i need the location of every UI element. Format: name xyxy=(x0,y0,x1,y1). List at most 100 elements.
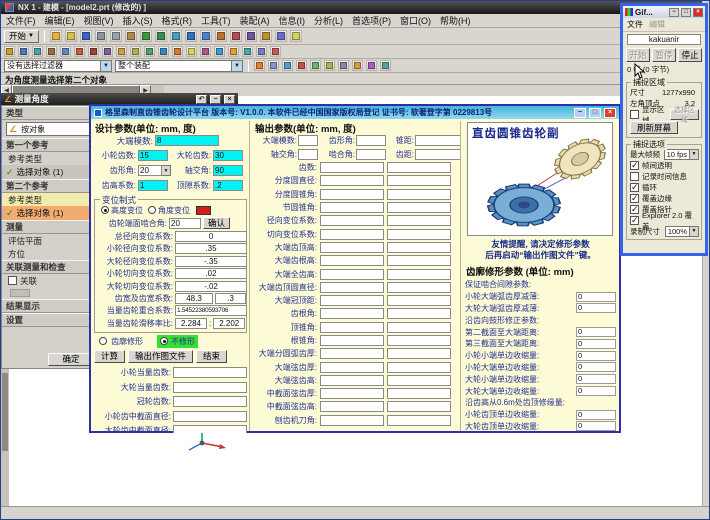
sketch-icon[interactable] xyxy=(4,46,15,57)
record-pause-button[interactable]: 暂停 xyxy=(652,48,676,62)
menu-item[interactable]: 窗口(O) xyxy=(400,14,431,27)
output-pinion-field[interactable] xyxy=(320,189,384,200)
shaded-view-icon[interactable] xyxy=(200,30,212,42)
output-pinion-field[interactable] xyxy=(320,308,384,319)
subtract-icon[interactable] xyxy=(88,46,99,57)
output-pinion-field[interactable] xyxy=(320,362,384,373)
mesh-angle-field[interactable]: 20 xyxy=(169,218,201,229)
material-icon[interactable] xyxy=(242,46,253,57)
start-menu-button[interactable]: 开始 ▼ xyxy=(4,30,39,43)
color-swatch[interactable] xyxy=(196,206,211,215)
move-object-icon[interactable] xyxy=(296,60,307,71)
gif-menu-file[interactable]: 文件 xyxy=(627,19,643,30)
gear-dialog-titlebar[interactable]: 格里森制直齿锥齿轮设计平台 版本号: V1.0.0. 本软件已经中国国家版权局登… xyxy=(91,106,619,119)
gif-filename-field[interactable]: kakuanir xyxy=(627,34,701,45)
chevron-down-icon[interactable]: ▼ xyxy=(100,61,111,71)
revolve-icon[interactable] xyxy=(32,46,43,57)
output-gear-field[interactable] xyxy=(387,308,451,319)
boss-icon[interactable] xyxy=(60,46,71,57)
equiv-teeth-field[interactable] xyxy=(173,425,247,433)
profile-mod-field[interactable]: 0 xyxy=(576,351,616,361)
shell-icon[interactable] xyxy=(144,46,155,57)
contact-ratio-field[interactable]: 1.54522380593706 xyxy=(175,305,247,316)
selection-filter-dropdown[interactable]: 没有选择过滤器 ▼ xyxy=(4,60,112,72)
menu-item[interactable]: 帮助(H) xyxy=(440,14,471,27)
chevron-down-icon[interactable]: ▼ xyxy=(231,61,242,71)
calculate-button[interactable]: 计算 xyxy=(94,350,125,363)
option-checkbox[interactable] xyxy=(630,161,639,170)
out-mesh-field[interactable] xyxy=(356,149,386,160)
profile-mod-field[interactable]: 0 xyxy=(576,421,616,431)
left-scroll-strip[interactable] xyxy=(1,369,9,506)
profile-mod-field[interactable]: 0 xyxy=(576,339,616,349)
copy-icon[interactable] xyxy=(110,30,122,42)
option-checkbox[interactable] xyxy=(630,205,639,214)
mod-coef-field[interactable]: -.02 xyxy=(175,281,247,292)
pattern-icon[interactable] xyxy=(310,60,321,71)
point-icon[interactable] xyxy=(186,46,197,57)
output-gear-field[interactable] xyxy=(387,215,451,226)
output-pinion-field[interactable] xyxy=(320,295,384,306)
output-gear-field[interactable] xyxy=(387,401,451,412)
record-stop-button[interactable]: 停止 xyxy=(678,48,702,62)
option-checkbox[interactable] xyxy=(630,216,639,225)
angle-mod-radio[interactable] xyxy=(148,206,156,214)
mod-coef-field[interactable]: .35 xyxy=(175,243,247,254)
shaft-angle-field[interactable]: 90 xyxy=(213,165,243,176)
menu-item[interactable]: 插入(S) xyxy=(123,14,153,27)
output-gear-field[interactable] xyxy=(387,335,451,346)
save-icon[interactable] xyxy=(80,30,92,42)
work-layer-icon[interactable] xyxy=(268,60,279,71)
output-pinion-field[interactable] xyxy=(320,282,384,293)
no-mod-radio[interactable] xyxy=(160,337,168,345)
snap-point-icon[interactable] xyxy=(254,60,265,71)
record-size-dropdown[interactable]: 100% ▼ xyxy=(665,226,699,237)
addendum-coef-field[interactable]: 1 xyxy=(138,180,168,191)
out-cone-dist-field[interactable] xyxy=(415,135,460,146)
output-pinion-field[interactable] xyxy=(320,242,384,253)
facewidth-field[interactable]: 48.3 xyxy=(175,293,213,304)
minimize-icon[interactable]: − xyxy=(574,108,586,118)
cut-icon[interactable] xyxy=(95,30,107,42)
menu-item[interactable]: 文件(F) xyxy=(6,14,36,27)
close-icon[interactable]: × xyxy=(693,8,703,17)
output-gear-field[interactable] xyxy=(387,202,451,213)
help-icon[interactable] xyxy=(290,30,302,42)
output-gear-field[interactable] xyxy=(387,229,451,240)
edit-object-icon[interactable] xyxy=(324,60,335,71)
select-region-button[interactable]: 选择区域 xyxy=(670,109,699,120)
intersect-icon[interactable] xyxy=(102,46,113,57)
measure-angle-icon[interactable] xyxy=(228,46,239,57)
curve-icon[interactable] xyxy=(200,46,211,57)
profile-mod-field[interactable]: 0 xyxy=(576,362,616,372)
fit-view-icon[interactable] xyxy=(185,30,197,42)
menu-item[interactable]: 格式(R) xyxy=(162,14,193,27)
output-pinion-field[interactable] xyxy=(320,415,384,426)
reset-icon[interactable]: ↶ xyxy=(196,95,207,104)
edge-blend-icon[interactable] xyxy=(116,46,127,57)
output-pinion-field[interactable] xyxy=(320,255,384,266)
refresh-view-icon[interactable] xyxy=(170,30,182,42)
output-pinion-field[interactable] xyxy=(320,175,384,186)
maximize-icon[interactable]: □ xyxy=(681,8,691,17)
output-gear-field[interactable] xyxy=(387,189,451,200)
output-pinion-field[interactable] xyxy=(320,229,384,240)
equiv-teeth-field[interactable] xyxy=(173,367,247,378)
output-gear-field[interactable] xyxy=(387,282,451,293)
output-pinion-field[interactable] xyxy=(320,388,384,399)
pan-view-icon[interactable] xyxy=(230,30,242,42)
profile-mod-field[interactable]: 0 xyxy=(576,303,616,313)
show-region-checkbox[interactable] xyxy=(630,110,639,119)
option-checkbox[interactable] xyxy=(630,194,639,203)
hole-icon[interactable] xyxy=(46,46,57,57)
snap-mid-icon[interactable] xyxy=(352,60,363,71)
output-gear-field[interactable] xyxy=(387,255,451,266)
profile-mod-field[interactable]: 0 xyxy=(576,410,616,420)
gear-teeth-field[interactable]: 30 xyxy=(213,150,243,161)
module-field[interactable]: 8 xyxy=(155,135,219,146)
out-module-field[interactable] xyxy=(298,135,318,146)
ok-button[interactable]: 确定 xyxy=(48,353,94,366)
mod-coef-field[interactable]: .02 xyxy=(175,268,247,279)
profile-mod-field[interactable]: 0 xyxy=(576,292,616,302)
menu-item[interactable]: 分析(L) xyxy=(314,14,343,27)
